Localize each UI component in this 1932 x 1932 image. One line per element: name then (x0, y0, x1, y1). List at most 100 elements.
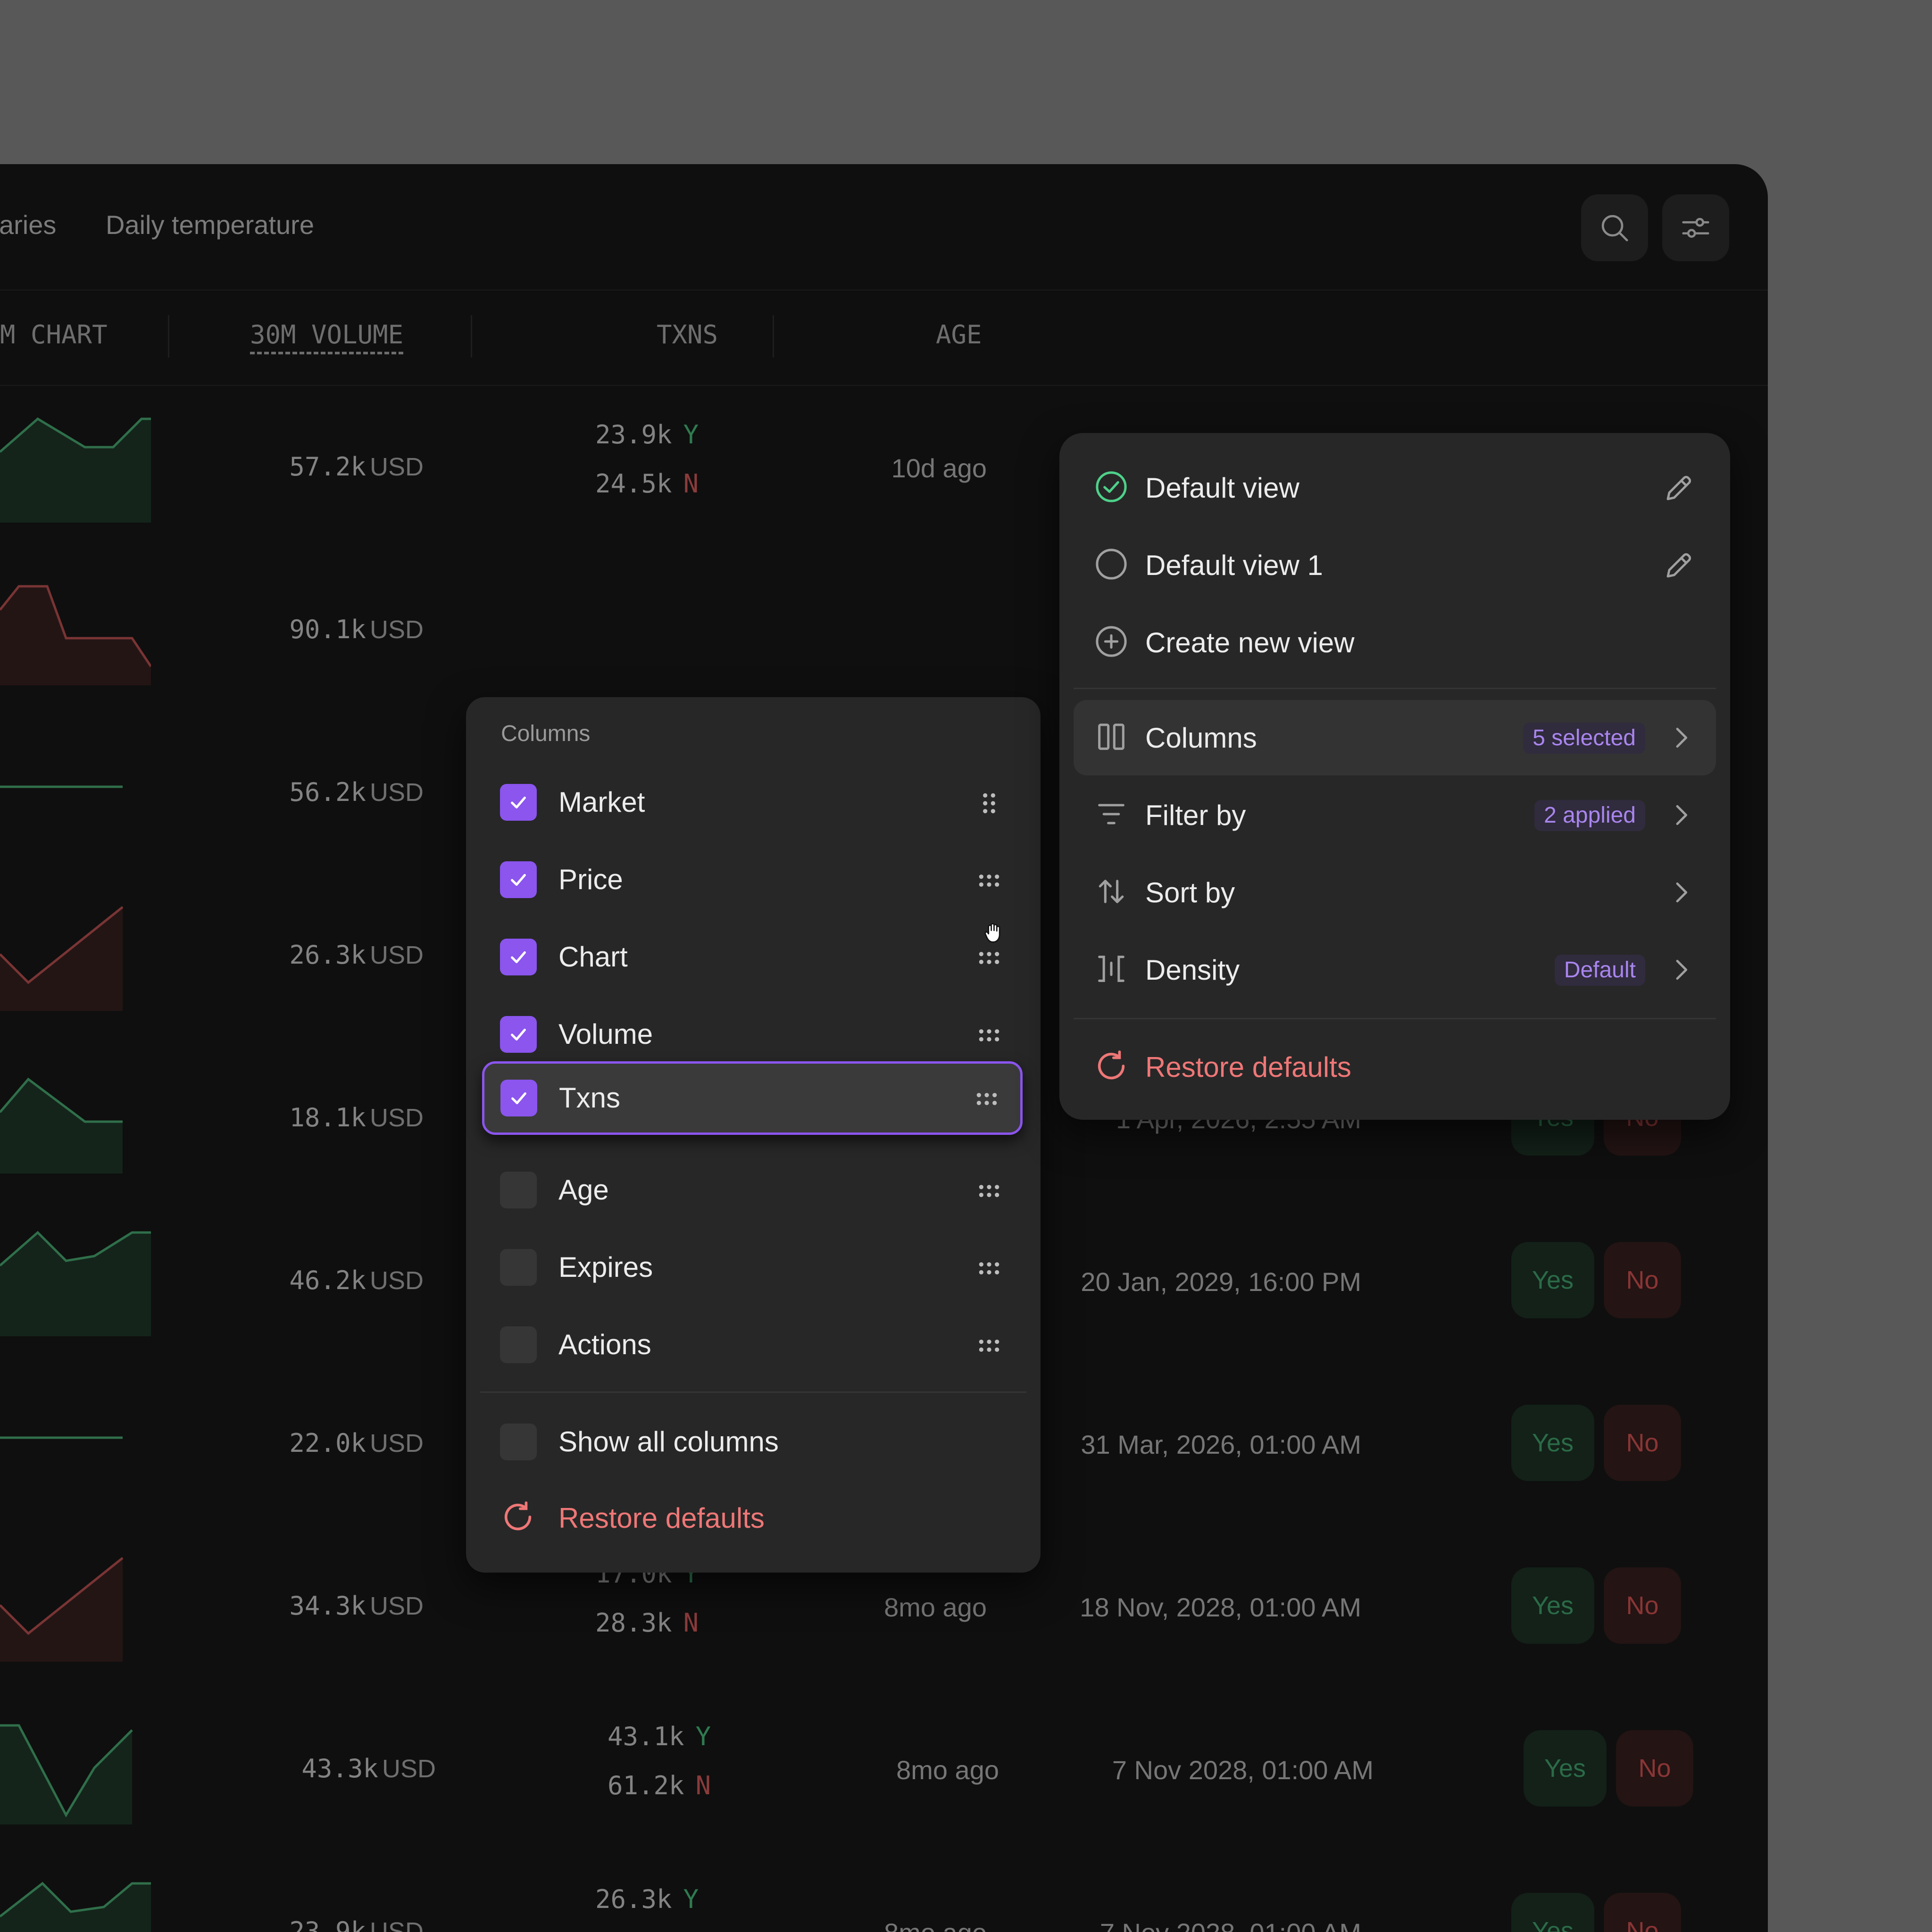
volume-cell: 34.3k USD (263, 1591, 424, 1621)
create-new-view[interactable]: Create new view (1074, 605, 1716, 680)
menu-columns[interactable]: Columns 5 selected (1074, 700, 1716, 775)
drag-handle-icon[interactable] (977, 1334, 1001, 1357)
column-checkbox[interactable] (500, 861, 537, 898)
txns-no: 24.5k N (595, 469, 699, 499)
create-new-view-label: Create new view (1145, 627, 1355, 658)
column-option-market[interactable]: Market (466, 766, 1041, 837)
header-30m-volume[interactable]: 30M VOLUME (250, 320, 403, 350)
sparkline-chart (0, 1882, 151, 1932)
view-default-1-label: Default view 1 (1145, 550, 1323, 581)
buy-no-button[interactable]: No (1604, 1893, 1681, 1932)
pencil-icon[interactable] (1662, 471, 1696, 505)
column-checkbox[interactable] (500, 939, 537, 975)
buy-yes-button[interactable]: Yes (1511, 1567, 1594, 1644)
column-option-volume[interactable]: Volume (466, 998, 1041, 1069)
volume-cell: 56.2k USD (263, 777, 424, 807)
show-all-checkbox[interactable] (500, 1424, 537, 1460)
buy-yes-button[interactable]: Yes (1511, 1893, 1594, 1932)
view-default[interactable]: Default view (1074, 450, 1716, 525)
check-circle-icon (1096, 471, 1127, 502)
volume-cell: 90.1k USD (263, 615, 424, 644)
check-icon (511, 1092, 526, 1105)
column-option-price[interactable]: Price (466, 843, 1041, 914)
volume-unit: USD (369, 1592, 424, 1620)
menu-filter-by[interactable]: Filter by 2 applied (1074, 777, 1716, 853)
volume-unit: USD (369, 616, 424, 644)
column-label: Price (558, 864, 623, 895)
buy-no-button[interactable]: No (1604, 1567, 1681, 1644)
expires-cell: 7 Nov 2028, 01:00 AM (1100, 1917, 1361, 1932)
menu-restore-defaults-label: Restore defaults (1145, 1051, 1351, 1083)
buy-yes-button[interactable]: Yes (1511, 1242, 1594, 1318)
menu-density[interactable]: Density Default (1074, 932, 1716, 1008)
sparkline-chart (0, 1724, 133, 1824)
column-checkbox[interactable] (500, 784, 537, 821)
menu-restore-defaults[interactable]: Restore defaults (1074, 1029, 1716, 1105)
buy-yes-button[interactable]: Yes (1524, 1730, 1607, 1807)
drag-handle-icon[interactable] (977, 946, 1001, 970)
menu-sort-by[interactable]: Sort by (1074, 855, 1716, 930)
column-checkbox[interactable] (500, 1016, 537, 1053)
volume-unit: USD (369, 1266, 424, 1295)
volume-value: 57.2k (289, 452, 366, 482)
header-age[interactable]: AGE (936, 320, 982, 350)
drag-handle-icon[interactable] (975, 1087, 999, 1111)
tab-daily-temperature[interactable]: Daily temperature (106, 209, 314, 240)
divider (1074, 1018, 1716, 1019)
volume-value: 43.3k (301, 1754, 378, 1783)
search-icon (1601, 215, 1628, 242)
volume-unit: USD (369, 1429, 424, 1457)
column-checkbox[interactable] (500, 1172, 537, 1208)
chevron-right-icon (1676, 959, 1688, 980)
volume-value: 18.1k (289, 1103, 366, 1133)
drag-handle-icon[interactable] (977, 1179, 1001, 1203)
column-option-actions[interactable]: Actions (466, 1308, 1041, 1379)
drag-handle-icon[interactable] (977, 791, 1001, 815)
column-checkbox[interactable] (500, 1080, 537, 1116)
tab-aries[interactable]: aries (0, 209, 56, 240)
column-option-txns[interactable]: Txns (482, 1061, 1023, 1135)
expires-cell: 31 Mar, 2026, 01:00 AM (1081, 1430, 1361, 1459)
buy-no-button[interactable]: No (1616, 1730, 1693, 1807)
menu-density-label: Density (1145, 954, 1240, 986)
drag-handle-icon[interactable] (977, 869, 1001, 892)
volume-unit: USD (369, 453, 424, 481)
density-icon (1098, 956, 1124, 982)
column-label: Chart (558, 941, 628, 973)
sparkline-chart (0, 1557, 124, 1662)
column-checkbox[interactable] (500, 1326, 537, 1363)
tab-bar: aries Daily temperature (0, 164, 1768, 291)
header-txns[interactable]: TXNS (657, 320, 718, 350)
buy-yes-button[interactable]: Yes (1511, 1405, 1594, 1481)
density-badge: Default (1554, 955, 1645, 986)
column-option-chart[interactable]: Chart (466, 921, 1041, 991)
restore-defaults-columns[interactable]: Restore defaults (466, 1482, 1041, 1553)
search-button[interactable] (1581, 194, 1648, 261)
header-separator (168, 315, 169, 358)
check-icon (511, 874, 526, 886)
view-settings-button[interactable] (1662, 194, 1729, 261)
pencil-icon[interactable] (1662, 548, 1696, 582)
txns-yes: 26.3k Y (595, 1884, 699, 1914)
column-label: Expires (558, 1251, 653, 1283)
buy-no-button[interactable]: No (1604, 1242, 1681, 1318)
view-default-label: Default view (1145, 472, 1299, 504)
header-chart[interactable]: M CHART (0, 320, 108, 350)
table-row[interactable]: 23.9kUSD 26.3kY 8mo ago 7 Nov 2028, 01:00 A… (0, 1850, 1768, 1932)
drag-handle-icon[interactable] (977, 1024, 1001, 1047)
column-option-expires[interactable]: Expires (466, 1231, 1041, 1302)
table-row[interactable]: 43.3k USD 43.1k Y 61.2k N 8mo ago 7 Nov 2028, 0… (0, 1688, 1768, 1850)
column-checkbox[interactable] (500, 1249, 537, 1286)
show-all-columns-option[interactable]: Show all columns (466, 1406, 1041, 1476)
column-label: Volume (558, 1018, 653, 1050)
buy-no-button[interactable]: No (1604, 1405, 1681, 1481)
volume-unit: USD (382, 1755, 436, 1783)
drag-handle-icon[interactable] (977, 1257, 1001, 1280)
view-default-1[interactable]: Default view 1 (1074, 527, 1716, 603)
column-label: Age (558, 1174, 609, 1206)
show-all-label: Show all columns (558, 1426, 779, 1457)
volume-cell: 46.2k USD (263, 1266, 424, 1295)
column-label: Actions (558, 1329, 651, 1360)
column-option-age[interactable]: Age (466, 1154, 1041, 1224)
sparkline-chart (0, 1436, 123, 1439)
